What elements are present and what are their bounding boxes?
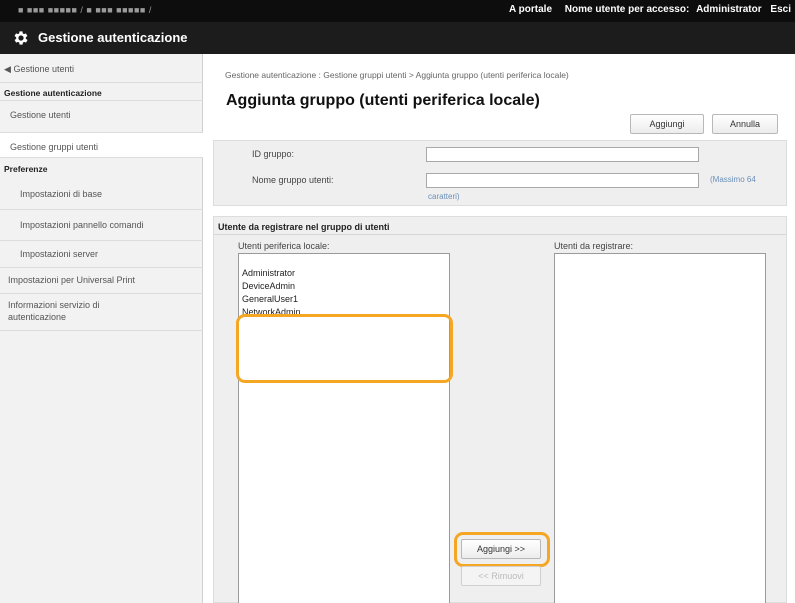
highlight-add-button — [454, 532, 550, 567]
sidebar-item-panel-settings[interactable]: Impostazioni pannello comandi — [20, 220, 223, 230]
members-section: Utente da registrare nel gruppo di utent… — [213, 216, 787, 603]
top-bar: ■ ■■■ ■■■■■ / ■ ■■■ ■■■■■ / A portale No… — [0, 0, 795, 22]
divider — [0, 100, 203, 101]
local-users-list[interactable]: Administrator DeviceAdmin GeneralUser1 N… — [238, 253, 450, 603]
sidebar-item-universal-print[interactable]: Impostazioni per Universal Print — [8, 275, 211, 285]
sidebar: ◀ Gestione utenti Gestione autenticazion… — [0, 54, 203, 603]
cancel-button[interactable]: Annulla — [712, 114, 778, 134]
users-to-register-label: Utenti da registrare: — [554, 241, 634, 251]
divider — [0, 293, 203, 294]
portal-link[interactable]: A portale — [509, 4, 552, 15]
group-name-label: Nome gruppo utenti: — [252, 175, 334, 185]
sidebar-item-groups[interactable]: Gestione gruppi utenti — [0, 133, 203, 157]
members-section-title: Utente da registrare nel gruppo di utent… — [218, 222, 390, 232]
users-to-register-list[interactable] — [554, 253, 766, 603]
group-form: ID gruppo: Nome gruppo utenti: (Massimo … — [213, 140, 787, 206]
add-button[interactable]: Aggiungi — [630, 114, 704, 134]
max-length-hint: (Massimo 64 — [710, 175, 756, 184]
divider — [0, 209, 203, 210]
sidebar-section-prefs: Preferenze — [4, 164, 48, 174]
divider — [214, 234, 786, 235]
breadcrumb: Gestione autenticazione : Gestione grupp… — [225, 70, 569, 80]
list-item[interactable]: GeneralUser1 — [242, 294, 298, 304]
list-item[interactable]: DeviceAdmin — [242, 281, 295, 291]
divider — [0, 330, 203, 331]
divider — [0, 240, 203, 241]
host-address: ■ ■■■ ■■■■■ / ■ ■■■ ■■■■■ / — [18, 5, 152, 15]
back-arrow-icon: ◀ — [4, 64, 11, 74]
gear-icon — [14, 31, 28, 45]
page-title: Aggiunta gruppo (utenti periferica local… — [226, 92, 540, 109]
main-content: Gestione autenticazione : Gestione grupp… — [204, 54, 795, 603]
login-user-label: Nome utente per accesso: — [564, 4, 690, 15]
sidebar-item-users[interactable]: Gestione utenti — [10, 110, 213, 120]
divider — [0, 157, 203, 158]
sidebar-item-auth-info-line1: Informazioni servizio di — [8, 300, 100, 310]
group-name-input[interactable] — [426, 173, 699, 188]
local-users-label: Utenti periferica locale: — [238, 241, 330, 251]
remove-from-group-button[interactable]: << Rimuovi — [461, 566, 541, 586]
title-bar: Gestione autenticazione — [0, 22, 795, 54]
app-title: Gestione autenticazione — [38, 30, 188, 45]
divider — [0, 82, 203, 83]
login-user-name: Administrator — [696, 4, 762, 15]
sidebar-item-auth-info[interactable]: Informazioni servizio di autenticazione — [8, 300, 211, 322]
sidebar-item-server-settings[interactable]: Impostazioni server — [20, 249, 223, 259]
top-links: A portale Nome utente per accesso: Admin… — [499, 4, 791, 15]
max-length-hint-cont: caratteri) — [428, 192, 460, 201]
list-item[interactable]: Administrator — [242, 268, 295, 278]
sidebar-back-label: Gestione utenti — [13, 64, 74, 74]
sidebar-back-link[interactable]: ◀ Gestione utenti — [4, 64, 207, 75]
divider — [0, 267, 203, 268]
sidebar-section-auth: Gestione autenticazione — [4, 88, 102, 98]
logout-link[interactable]: Esci — [770, 4, 791, 15]
sidebar-item-basic-settings[interactable]: Impostazioni di base — [20, 189, 223, 199]
group-id-input[interactable] — [426, 147, 699, 162]
group-id-label: ID gruppo: — [252, 149, 295, 159]
highlight-local-users — [236, 314, 453, 383]
sidebar-item-auth-info-line2: autenticazione — [8, 312, 67, 322]
